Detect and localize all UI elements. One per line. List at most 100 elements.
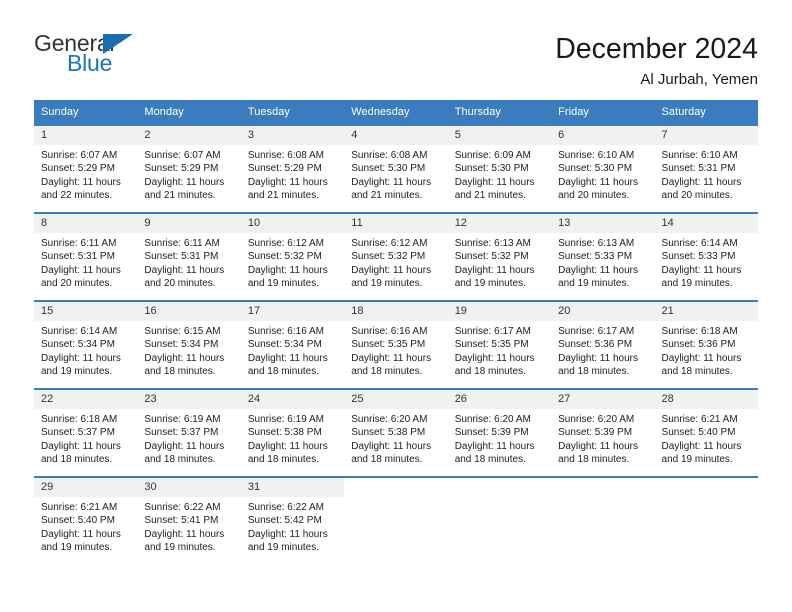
sunrise-text: Sunrise: 6:22 AM [247,502,324,513]
logo-text-blue: Blue [67,50,113,76]
day-number: 14 [654,214,758,233]
daylight-text-line1: Daylight: 11 hours [454,440,535,452]
day-number: 10 [240,214,345,233]
calendar-day-cell[interactable]: 1 Sunrise: 6:07 AM Sunset: 5:29 PM Daylight… [34,124,138,213]
daylight-text-line1: Daylight: 11 hours [144,528,225,540]
sunrise-text: Sunrise: 6:18 AM [661,326,738,337]
day-number: 19 [447,302,552,321]
calendar-day-cell[interactable]: 14 Sunrise: 6:14 AM Sunset: 5:33 PM Dayligh… [654,212,758,301]
calendar-day-cell[interactable]: 12 Sunrise: 6:13 AM Sunset: 5:32 PM Dayligh… [447,212,552,301]
calendar-day-cell[interactable]: 7 Sunrise: 6:10 AM Sunset: 5:31 PM Daylight… [654,124,758,213]
calendar-week-row: 8 Sunrise: 6:11 AM Sunset: 5:31 PM Daylight… [34,212,758,301]
sunrise-text: Sunrise: 6:17 AM [558,326,635,337]
daylight-text-line2: and 19 minutes. [351,277,423,289]
day-details: Sunrise: 6:19 AM Sunset: 5:38 PM Daylight:… [241,409,344,466]
daylight-text-line1: Daylight: 11 hours [144,264,225,276]
general-blue-logo[interactable]: General Blue [34,32,154,82]
calendar-day-cell[interactable]: 27 Sunrise: 6:20 AM Sunset: 5:39 PM Dayligh… [551,388,655,477]
day-details: Sunrise: 6:17 AM Sunset: 5:36 PM Daylight:… [551,321,654,378]
weekday-headers: Sunday Monday Tuesday Wednesday Thursday Frid… [34,100,758,125]
sunset-text: Sunset: 5:30 PM [558,163,633,175]
calendar-day-cell[interactable]: 19 Sunrise: 6:17 AM Sunset: 5:35 PM Dayligh… [447,300,552,389]
day-number: 2 [137,126,241,145]
daylight-text-line1: Daylight: 11 hours [351,264,432,276]
calendar-day-cell[interactable]: 13 Sunrise: 6:13 AM Sunset: 5:33 PM Dayligh… [551,212,655,301]
sunset-text: Sunset: 5:33 PM [661,251,736,263]
day-details: Sunrise: 6:07 AM Sunset: 5:29 PM Daylight:… [137,145,240,202]
sunset-text: Sunset: 5:35 PM [351,339,426,351]
daylight-text-line1: Daylight: 11 hours [247,176,328,188]
sunrise-text: Sunrise: 6:16 AM [247,326,324,337]
sunrise-text: Sunrise: 6:14 AM [661,238,738,249]
calendar-day-cell[interactable]: 4 Sunrise: 6:08 AM Sunset: 5:30 PM Daylight… [344,124,448,213]
day-number: 21 [654,302,758,321]
sunrise-text: Sunrise: 6:07 AM [144,150,221,161]
daylight-text-line2: and 19 minutes. [661,277,733,289]
daylight-text-line1: Daylight: 11 hours [144,352,225,364]
day-details: Sunrise: 6:14 AM Sunset: 5:33 PM Daylight:… [655,233,758,290]
sunrise-text: Sunrise: 6:13 AM [558,238,635,249]
calendar-day-cell[interactable]: 23 Sunrise: 6:19 AM Sunset: 5:37 PM Dayligh… [137,388,241,477]
day-number: 27 [551,390,655,409]
daylight-text-line2: and 18 minutes. [144,365,216,377]
calendar-day-cell[interactable]: 5 Sunrise: 6:09 AM Sunset: 5:30 PM Daylight… [447,124,552,213]
calendar-day-cell[interactable]: 21 Sunrise: 6:18 AM Sunset: 5:36 PM Dayligh… [654,300,758,389]
calendar-day-cell[interactable]: 15 Sunrise: 6:14 AM Sunset: 5:34 PM Dayligh… [34,300,138,389]
sunset-text: Sunset: 5:29 PM [247,163,322,175]
calendar-day-cell[interactable]: 3 Sunrise: 6:08 AM Sunset: 5:29 PM Daylight… [240,124,345,213]
day-number: 23 [137,390,241,409]
calendar-day-cell[interactable]: 9 Sunrise: 6:11 AM Sunset: 5:31 PM Daylight… [137,212,241,301]
day-details: Sunrise: 6:10 AM Sunset: 5:31 PM Daylight:… [655,145,758,202]
sunrise-text: Sunrise: 6:11 AM [41,238,117,249]
day-details: Sunrise: 6:12 AM Sunset: 5:32 PM Daylight:… [241,233,344,290]
day-details: Sunrise: 6:10 AM Sunset: 5:30 PM Daylight:… [551,145,654,202]
calendar-day-cell[interactable]: 20 Sunrise: 6:17 AM Sunset: 5:36 PM Dayligh… [551,300,655,389]
daylight-text-line2: and 19 minutes. [247,541,320,553]
day-details: Sunrise: 6:19 AM Sunset: 5:37 PM Daylight:… [137,409,240,466]
calendar-day-cell[interactable]: 2 Sunrise: 6:07 AM Sunset: 5:29 PM Daylight… [137,124,241,213]
calendar-day-cell[interactable]: 30 Sunrise: 6:22 AM Sunset: 5:41 PM Dayligh… [137,476,241,564]
calendar-day-cell[interactable]: 31 Sunrise: 6:22 AM Sunset: 5:42 PM Dayligh… [240,476,345,564]
day-number: 28 [654,390,758,409]
sunrise-text: Sunrise: 6:20 AM [454,414,531,425]
sunset-text: Sunset: 5:40 PM [661,427,736,439]
day-number: 31 [240,478,345,497]
sunrise-text: Sunrise: 6:18 AM [41,414,118,425]
calendar-day-cell[interactable]: 24 Sunrise: 6:19 AM Sunset: 5:38 PM Dayligh… [240,388,345,477]
daylight-text-line1: Daylight: 11 hours [41,352,121,364]
sunrise-text: Sunrise: 6:08 AM [247,150,324,161]
calendar-day-cell[interactable]: 25 Sunrise: 6:20 AM Sunset: 5:38 PM Dayligh… [344,388,448,477]
day-number: 24 [240,390,345,409]
daylight-text-line1: Daylight: 11 hours [41,440,121,452]
day-details: Sunrise: 6:14 AM Sunset: 5:34 PM Daylight:… [34,321,137,378]
weekday-header-tuesday: Tuesday [240,100,345,125]
sunset-text: Sunset: 5:31 PM [144,251,219,263]
calendar-day-cell[interactable]: 22 Sunrise: 6:18 AM Sunset: 5:37 PM Dayligh… [34,388,138,477]
day-number: 15 [34,302,138,321]
calendar-day-cell[interactable]: 26 Sunrise: 6:20 AM Sunset: 5:39 PM Dayligh… [447,388,552,477]
calendar-day-cell[interactable]: 18 Sunrise: 6:16 AM Sunset: 5:35 PM Dayligh… [344,300,448,389]
calendar-day-cell[interactable]: 16 Sunrise: 6:15 AM Sunset: 5:34 PM Dayligh… [137,300,241,389]
calendar-day-cell[interactable]: 10 Sunrise: 6:12 AM Sunset: 5:32 PM Dayligh… [240,212,345,301]
daylight-text-line1: Daylight: 11 hours [454,264,535,276]
calendar-week-row: 29 Sunrise: 6:21 AM Sunset: 5:40 PM Dayligh… [34,476,758,564]
sunset-text: Sunset: 5:42 PM [247,515,322,527]
day-details: Sunrise: 6:22 AM Sunset: 5:41 PM Daylight:… [137,497,240,554]
sunset-text: Sunset: 5:32 PM [247,251,322,263]
daylight-text-line1: Daylight: 11 hours [41,528,121,540]
daylight-text-line1: Daylight: 11 hours [247,528,328,540]
calendar-day-cell[interactable]: 8 Sunrise: 6:11 AM Sunset: 5:31 PM Daylight… [34,212,138,301]
calendar-day-cell[interactable]: 28 Sunrise: 6:21 AM Sunset: 5:40 PM Dayligh… [654,388,758,477]
day-details: Sunrise: 6:22 AM Sunset: 5:42 PM Daylight:… [241,497,344,554]
calendar-header-row: Sunday Monday Tuesday Wednesday Thursday Frid… [34,100,758,125]
calendar-day-cell[interactable]: 29 Sunrise: 6:21 AM Sunset: 5:40 PM Dayligh… [34,476,138,564]
daylight-text-line1: Daylight: 11 hours [41,176,121,188]
day-details: Sunrise: 6:15 AM Sunset: 5:34 PM Daylight:… [137,321,240,378]
calendar-day-cell[interactable]: 17 Sunrise: 6:16 AM Sunset: 5:34 PM Dayligh… [240,300,345,389]
calendar-day-cell-empty [344,476,448,564]
calendar-day-cell[interactable]: 11 Sunrise: 6:12 AM Sunset: 5:32 PM Dayligh… [344,212,448,301]
day-details: Sunrise: 6:20 AM Sunset: 5:39 PM Daylight:… [448,409,551,466]
daylight-text-line2: and 21 minutes. [351,189,423,201]
calendar-day-cell[interactable]: 6 Sunrise: 6:10 AM Sunset: 5:30 PM Daylight… [551,124,655,213]
day-details: Sunrise: 6:09 AM Sunset: 5:30 PM Daylight:… [448,145,551,202]
